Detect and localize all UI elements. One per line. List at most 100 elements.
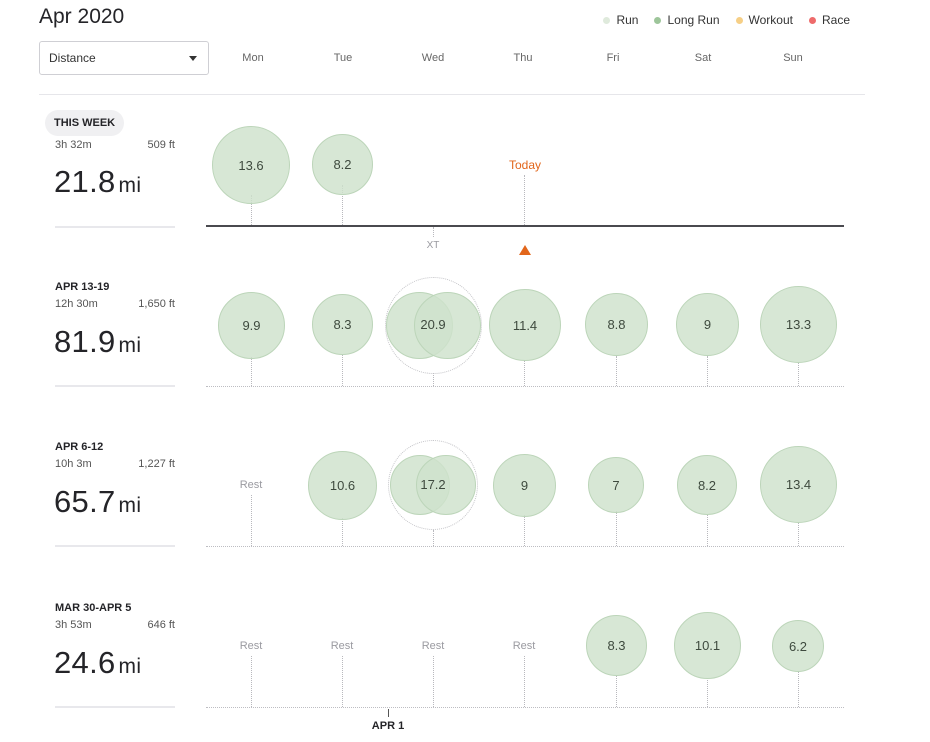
legend-item-workout: Workout	[735, 13, 793, 27]
metric-select[interactable]: Distance	[39, 41, 209, 75]
activity-bubble-sun[interactable]: 6.2	[772, 620, 824, 672]
day-stem	[342, 518, 343, 546]
week-timeline-apr-13-19	[206, 386, 844, 387]
activity-value-wed: 17.2	[420, 477, 446, 492]
day-stem	[524, 360, 525, 386]
week-elevation: 646 ft	[147, 619, 175, 631]
legend-label: Long Run	[667, 13, 720, 27]
day-stem	[707, 356, 708, 386]
week-distance: 65.7 mi	[54, 484, 141, 520]
day-stem	[616, 675, 617, 707]
day-stem	[524, 656, 525, 707]
activity-bubble-tue[interactable]: 8.3	[312, 294, 373, 355]
week-timeline-this-week	[206, 225, 844, 227]
activity-bubble-fri[interactable]: 8.3	[586, 615, 647, 676]
week-distance: 21.8 mi	[54, 164, 141, 200]
week-divider	[55, 226, 175, 228]
day-header-thu: Thu	[513, 52, 533, 64]
rest-day-tue: Rest	[330, 640, 354, 652]
month-start-label: APR 1	[371, 720, 405, 732]
activity-bubble-sat[interactable]: 8.2	[677, 455, 737, 515]
day-stem	[798, 671, 799, 707]
week-summary-mar-30-apr-5[interactable]: MAR 30-APR 5 3h 53m 646 ft 24.6 mi	[54, 602, 175, 708]
legend-label: Run	[616, 13, 639, 27]
day-stem	[342, 656, 343, 707]
day-stem	[524, 515, 525, 546]
week-meta: 12h 30m 1,650 ft	[55, 298, 175, 310]
activity-bubble-fri[interactable]: 7	[588, 457, 644, 513]
day-stem	[433, 656, 434, 707]
day-stem	[616, 356, 617, 386]
day-stem	[251, 357, 252, 386]
activity-bubble-mon[interactable]: 13.6	[212, 126, 290, 204]
activity-bubble-thu[interactable]: 11.4	[489, 289, 561, 361]
activity-bubble-thu[interactable]: 9	[493, 454, 556, 517]
run-dot-icon	[603, 16, 611, 24]
race-dot-icon	[808, 16, 816, 24]
week-elevation: 509 ft	[147, 139, 175, 151]
day-header-sun: Sun	[783, 52, 803, 64]
header-divider	[39, 94, 865, 95]
today-triangle-icon	[519, 245, 531, 255]
day-stem	[707, 678, 708, 707]
week-distance: 81.9 mi	[54, 324, 141, 360]
day-stem	[433, 373, 434, 386]
day-header-fri: Fri	[606, 52, 620, 64]
week-label: APR 6-12	[55, 441, 104, 453]
week-label: APR 13-19	[55, 281, 110, 293]
legend-item-race: Race	[808, 13, 850, 27]
day-stem	[798, 522, 799, 546]
month-start-tick	[388, 709, 389, 717]
cross-training-label[interactable]: XT	[413, 240, 453, 251]
day-header-wed: Wed	[421, 52, 445, 64]
week-label: MAR 30-APR 5	[55, 602, 132, 614]
week-time: 12h 30m	[55, 298, 98, 310]
week-distance-value: 21.8	[54, 164, 116, 199]
week-divider	[55, 706, 175, 708]
week-distance-unit: mi	[118, 174, 142, 197]
activity-bubble-sun[interactable]: 13.3	[760, 286, 837, 363]
week-distance-unit: mi	[118, 655, 142, 678]
week-distance-value: 65.7	[54, 484, 116, 519]
week-distance-value: 81.9	[54, 324, 116, 359]
week-timeline-mar-30-apr-5	[206, 707, 844, 708]
activity-bubble-sun[interactable]: 13.4	[760, 446, 837, 523]
week-label: THIS WEEK	[45, 110, 125, 136]
week-meta: 3h 53m 646 ft	[55, 619, 175, 631]
day-stem	[342, 354, 343, 386]
day-stem	[707, 514, 708, 546]
metric-select-value: Distance	[49, 51, 96, 65]
week-timeline-apr-6-12	[206, 546, 844, 547]
day-stem	[433, 227, 434, 237]
day-stem	[616, 511, 617, 546]
rest-day-wed: Rest	[421, 640, 445, 652]
week-meta: 10h 3m 1,227 ft	[55, 458, 175, 470]
workout-dot-icon	[735, 16, 743, 24]
day-stem	[251, 495, 252, 546]
day-header-mon: Mon	[242, 52, 264, 64]
day-header-sat: Sat	[694, 52, 712, 64]
legend-label: Race	[821, 13, 850, 27]
week-distance-unit: mi	[118, 494, 142, 517]
activity-bubble-tue[interactable]: 10.6	[308, 451, 377, 520]
week-summary-apr-13-19[interactable]: APR 13-19 12h 30m 1,650 ft 81.9 mi	[54, 281, 175, 387]
day-stem	[798, 363, 799, 386]
activity-bubble-fri[interactable]: 8.8	[585, 293, 648, 356]
activity-legend: Run Long Run Workout Race	[603, 13, 850, 27]
week-summary-apr-6-12[interactable]: APR 6-12 10h 3m 1,227 ft 65.7 mi	[54, 441, 175, 547]
week-distance: 24.6 mi	[54, 645, 141, 681]
activity-bubble-sat[interactable]: 9	[676, 293, 739, 356]
day-header-tue: Tue	[333, 52, 353, 64]
activity-bubble-tue[interactable]: 8.2	[312, 134, 373, 195]
activity-bubble-sat[interactable]: 10.1	[674, 612, 741, 679]
long-run-dot-icon	[654, 16, 662, 24]
week-time: 3h 53m	[55, 619, 92, 631]
legend-item-run: Run	[603, 13, 638, 27]
rest-day-thu: Rest	[512, 640, 536, 652]
rest-day-mon: Rest	[239, 640, 263, 652]
activity-bubble-mon[interactable]: 9.9	[218, 292, 285, 359]
week-time: 10h 3m	[55, 458, 92, 470]
week-divider	[55, 385, 175, 387]
week-meta: 3h 32m 509 ft	[55, 139, 175, 151]
month-title: Apr 2020	[39, 5, 125, 28]
